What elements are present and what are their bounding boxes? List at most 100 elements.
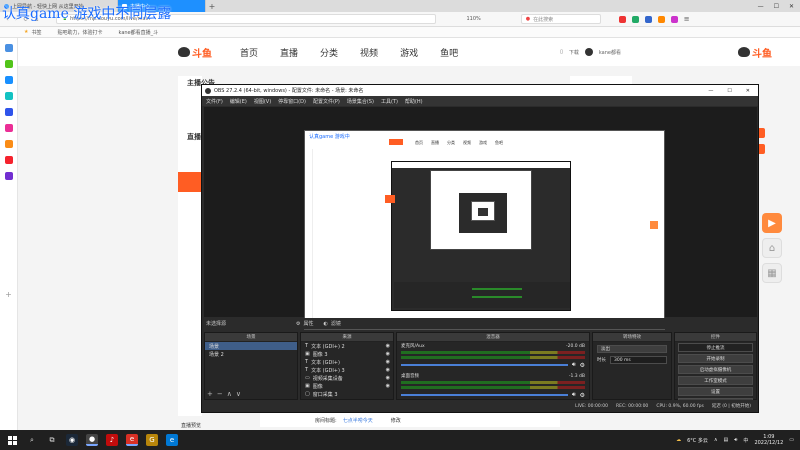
bookmark-item[interactable]: kane都看直播_斗 bbox=[119, 29, 159, 36]
start-recording-button[interactable]: 开始录制 bbox=[678, 354, 753, 363]
obs-menu-file[interactable]: 文件(F) bbox=[206, 98, 223, 105]
game-icon[interactable]: G bbox=[146, 434, 158, 446]
start-icon[interactable] bbox=[6, 434, 18, 446]
room-title-edit[interactable]: 修改 bbox=[391, 417, 401, 424]
source-item[interactable]: T 文本 (GDI+) 2 ◉ bbox=[301, 342, 393, 350]
speaker-icon[interactable]: 🔊︎ bbox=[572, 361, 576, 369]
close-icon[interactable]: ✕ bbox=[789, 3, 794, 10]
obs-menu-edit[interactable]: 编辑(E) bbox=[230, 98, 247, 105]
bookmarks-label[interactable]: 书签 bbox=[31, 29, 41, 36]
sidebar-app-icon[interactable] bbox=[4, 156, 13, 164]
visibility-icon[interactable]: ◉ bbox=[386, 367, 390, 373]
maximize-icon[interactable]: ☐ bbox=[774, 3, 779, 10]
visibility-icon[interactable]: ◉ bbox=[386, 351, 390, 357]
volume-slider[interactable] bbox=[401, 394, 568, 396]
search-icon[interactable]: ⌕ bbox=[26, 434, 38, 446]
site-logo-right[interactable]: 斗鱼 bbox=[738, 45, 772, 60]
obs-preview-canvas[interactable]: 认真game 游戏中 首页 直播 分类 视频 游戏 鱼吧 bbox=[304, 130, 665, 330]
sidebar-app-icon[interactable] bbox=[4, 108, 13, 116]
site-logo[interactable]: 斗鱼 bbox=[178, 45, 212, 60]
visibility-icon[interactable]: ◉ bbox=[386, 343, 390, 349]
extension-icon[interactable] bbox=[618, 15, 626, 23]
weather-text[interactable]: 6°C 多云 bbox=[687, 437, 708, 444]
nav-video[interactable]: 视频 bbox=[360, 46, 378, 59]
extension-icon[interactable] bbox=[670, 15, 678, 23]
gear-icon[interactable]: ⚙ bbox=[580, 392, 585, 399]
nav-live[interactable]: 直播 bbox=[280, 46, 298, 59]
gear-icon[interactable]: ⚙ bbox=[580, 362, 585, 369]
nav-yuba[interactable]: 鱼吧 bbox=[440, 46, 458, 59]
add-scene-icon[interactable]: + bbox=[207, 390, 213, 398]
remove-scene-icon[interactable]: − bbox=[217, 390, 223, 398]
volume-slider[interactable] bbox=[401, 364, 568, 366]
obs-menu-profile[interactable]: 配置文件(P) bbox=[313, 98, 340, 105]
sidebar-app-icon[interactable] bbox=[4, 92, 13, 100]
settings-button[interactable]: 设置 bbox=[678, 387, 753, 396]
obs-taskbar-icon[interactable]: ● bbox=[86, 434, 98, 446]
qr-tool-button[interactable]: ▦ bbox=[762, 263, 782, 283]
search-field[interactable]: ● 在此搜索 bbox=[520, 14, 601, 24]
tray-arrow-icon[interactable]: ∧ bbox=[714, 437, 718, 443]
home-tool-button[interactable]: ⌂ bbox=[762, 238, 782, 258]
steam-icon[interactable]: ◉ bbox=[66, 434, 78, 446]
obs-menu-help[interactable]: 帮助(H) bbox=[405, 98, 423, 105]
sidebar-app-icon[interactable] bbox=[4, 140, 13, 148]
obs-menu-docks[interactable]: 停靠窗口(D) bbox=[278, 98, 306, 105]
scene-item[interactable]: 场景 bbox=[205, 342, 297, 350]
username[interactable]: kane都看 bbox=[599, 49, 621, 56]
move-down-icon[interactable]: ∨ bbox=[236, 390, 241, 398]
virtual-camera-button[interactable]: 启动虚拟摄像机 bbox=[678, 365, 753, 374]
sidebar-app-icon[interactable] bbox=[4, 60, 13, 68]
visibility-icon[interactable]: ◉ bbox=[386, 359, 390, 365]
duration-input[interactable]: 300 ms bbox=[610, 356, 667, 364]
network-icon[interactable]: ▤ bbox=[724, 437, 729, 443]
minimize-icon[interactable]: — bbox=[758, 3, 764, 10]
live-tool-button[interactable]: ▶ bbox=[762, 213, 782, 233]
preview-label[interactable]: 直播预览 bbox=[178, 422, 202, 429]
menu-icon[interactable]: ≡ bbox=[684, 15, 690, 23]
obs-close-icon[interactable]: ✕ bbox=[746, 88, 750, 94]
avatar[interactable] bbox=[584, 48, 593, 56]
edge-icon[interactable]: e bbox=[166, 434, 178, 446]
nav-game[interactable]: 游戏 bbox=[400, 46, 418, 59]
input-method[interactable]: 中 bbox=[743, 437, 748, 444]
obs-menu-tools[interactable]: 工具(T) bbox=[381, 98, 398, 105]
browser-taskbar-icon[interactable]: e bbox=[126, 434, 138, 446]
obs-menu-view[interactable]: 视图(V) bbox=[254, 98, 271, 105]
source-item[interactable]: ▢ 窗口采集 3 bbox=[301, 390, 393, 398]
properties-button[interactable]: 属性 bbox=[304, 320, 314, 327]
obs-maximize-icon[interactable]: ☐ bbox=[727, 88, 731, 94]
visibility-icon[interactable]: ◉ bbox=[386, 383, 390, 389]
sidebar-app-icon[interactable] bbox=[4, 76, 13, 84]
nav-home[interactable]: 首页 bbox=[240, 46, 258, 59]
clock[interactable]: 1:09 2022/12/12 bbox=[754, 434, 783, 446]
notification-icon[interactable]: ▭ bbox=[789, 437, 794, 443]
transition-select[interactable]: 淡出 bbox=[597, 345, 667, 353]
netease-icon[interactable]: ♪ bbox=[106, 434, 118, 446]
sidebar-app-icon[interactable] bbox=[4, 124, 13, 132]
stop-streaming-button[interactable]: 停止推流 bbox=[678, 343, 753, 352]
scene-item[interactable]: 场景 2 bbox=[205, 350, 297, 358]
studio-mode-button[interactable]: 工作室模式 bbox=[678, 376, 753, 385]
source-item[interactable]: T 文本 (GDI+) ◉ bbox=[301, 358, 393, 366]
extension-icon[interactable] bbox=[631, 15, 639, 23]
source-item[interactable]: ▣ 图像 ◉ bbox=[301, 382, 393, 390]
nav-category[interactable]: 分类 bbox=[320, 46, 338, 59]
zoom-level[interactable]: 110% bbox=[466, 16, 480, 22]
new-tab-button[interactable]: + bbox=[206, 2, 218, 11]
filters-button[interactable]: 滤镜 bbox=[331, 320, 341, 327]
source-item[interactable]: ▭ 视频采集设备 ◉ bbox=[301, 374, 393, 382]
extension-icon[interactable] bbox=[657, 15, 665, 23]
volume-icon[interactable]: 🔊︎ bbox=[734, 437, 737, 443]
source-item[interactable]: ▣ 图像 3 ◉ bbox=[301, 350, 393, 358]
sidebar-favorite-icon[interactable] bbox=[4, 44, 13, 52]
obs-menu-scenes[interactable]: 场景集合(S) bbox=[347, 98, 374, 105]
obs-minimize-icon[interactable]: — bbox=[708, 88, 713, 94]
move-up-icon[interactable]: ∧ bbox=[227, 390, 232, 398]
extension-icon[interactable] bbox=[644, 15, 652, 23]
visibility-icon[interactable]: ◉ bbox=[386, 375, 390, 381]
sidebar-app-icon[interactable] bbox=[4, 172, 13, 180]
task-view-icon[interactable]: ⧉ bbox=[46, 434, 58, 446]
panel-active-item[interactable] bbox=[178, 172, 202, 192]
bookmark-item[interactable]: 贴吧助力，体验打卡 bbox=[58, 29, 103, 36]
